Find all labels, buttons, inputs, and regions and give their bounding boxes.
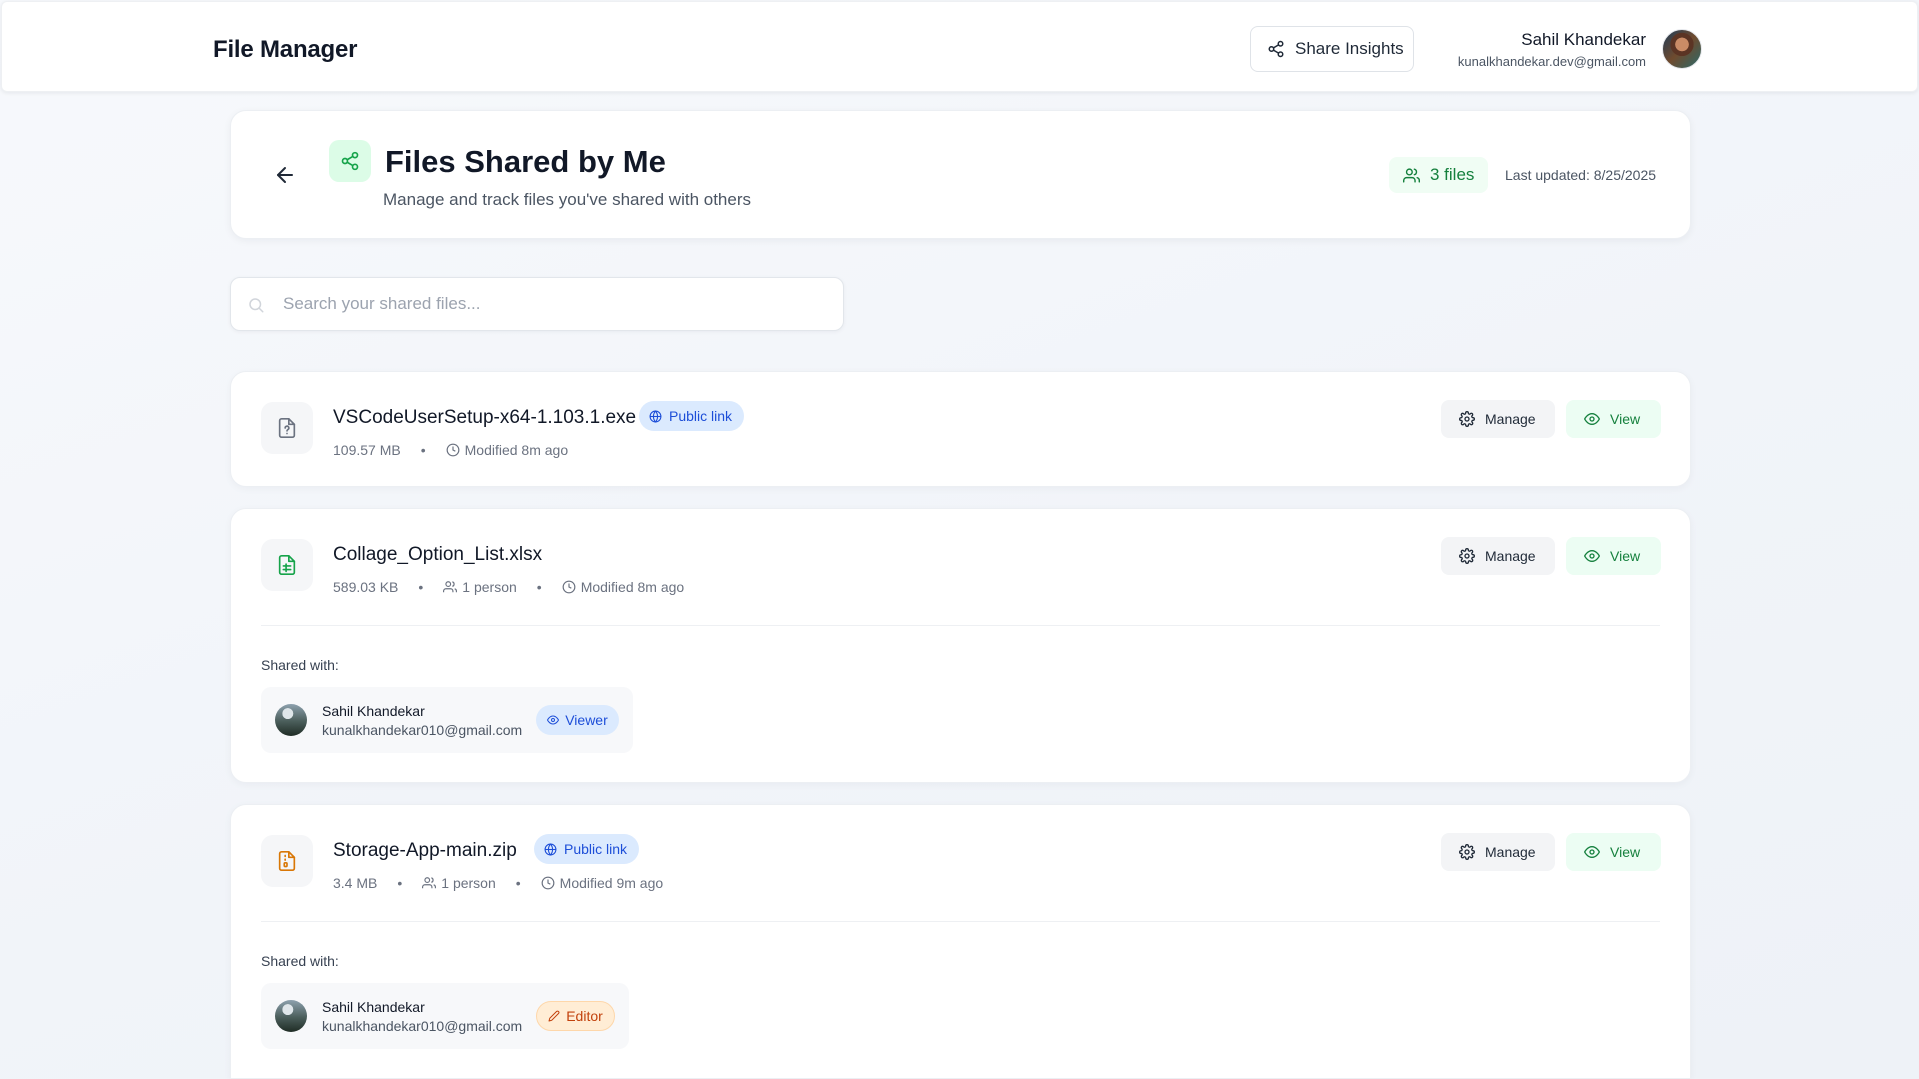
shared-with-label: Shared with: bbox=[261, 953, 339, 969]
eye-icon bbox=[547, 715, 560, 725]
file-people: 1 person bbox=[441, 875, 496, 891]
shared-user-name: Sahil Khandekar bbox=[322, 998, 425, 1015]
clock-icon bbox=[446, 443, 460, 457]
file-name[interactable]: Storage-App-main.zip bbox=[333, 840, 517, 862]
separator-dot: • bbox=[397, 875, 403, 891]
view-button[interactable]: View bbox=[1566, 833, 1661, 871]
public-link-badge: Public link bbox=[639, 401, 745, 431]
file-card: Collage_Option_List.xlsx 589.03 KB • 1 p… bbox=[230, 508, 1691, 783]
manage-button[interactable]: Manage bbox=[1441, 400, 1555, 438]
public-link-label: Public link bbox=[564, 841, 628, 857]
view-label: View bbox=[1610, 844, 1641, 860]
gear-icon bbox=[1459, 548, 1475, 564]
eye-icon bbox=[1584, 549, 1600, 563]
separator-dot: • bbox=[536, 579, 542, 595]
back-arrow-icon[interactable] bbox=[273, 163, 297, 187]
separator-dot: • bbox=[418, 579, 424, 595]
user-email: kunalkhandekar.dev@gmail.com bbox=[1457, 54, 1646, 69]
role-label: Viewer bbox=[565, 712, 608, 728]
public-link-badge: Public link bbox=[534, 834, 640, 864]
file-size: 589.03 KB bbox=[333, 579, 399, 595]
clock-icon bbox=[541, 876, 555, 890]
file-name[interactable]: Collage_Option_List.xlsx bbox=[333, 544, 542, 566]
users-icon bbox=[422, 877, 437, 889]
file-meta: 3.4 MB • 1 person • Modified 9m ago bbox=[333, 875, 663, 891]
clock-icon bbox=[562, 580, 576, 594]
eye-icon bbox=[1584, 412, 1600, 426]
avatar bbox=[275, 1000, 307, 1032]
page-subtitle: Manage and track files you've shared wit… bbox=[383, 190, 751, 209]
manage-label: Manage bbox=[1485, 844, 1536, 860]
eye-icon bbox=[1584, 845, 1600, 859]
view-button[interactable]: View bbox=[1566, 537, 1661, 575]
public-link-label: Public link bbox=[669, 408, 733, 424]
file-type-box bbox=[261, 835, 313, 887]
file-modified: Modified 8m ago bbox=[464, 442, 569, 458]
separator-dot: • bbox=[420, 442, 426, 458]
last-updated: Last updated: 8/25/2025 bbox=[1505, 167, 1657, 183]
globe-icon bbox=[649, 409, 662, 423]
archive-file-icon bbox=[278, 851, 296, 871]
file-modified: Modified 8m ago bbox=[580, 579, 685, 595]
file-type-box bbox=[261, 539, 313, 591]
shared-user-row: Sahil Khandekar kunalkhandekar010@gmail.… bbox=[261, 983, 629, 1049]
page-title: Files Shared by Me bbox=[385, 144, 666, 179]
top-navbar: File Manager Share Insights Sahil Khande… bbox=[1, 1, 1918, 92]
manage-label: Manage bbox=[1485, 548, 1536, 564]
globe-icon bbox=[544, 842, 557, 856]
shared-user-email: kunalkhandekar010@gmail.com bbox=[322, 1017, 523, 1034]
manage-button[interactable]: Manage bbox=[1441, 537, 1555, 575]
divider bbox=[261, 921, 1660, 922]
gear-icon bbox=[1459, 844, 1475, 860]
shared-with-label: Shared with: bbox=[261, 657, 339, 673]
avatar bbox=[275, 704, 307, 736]
avatar[interactable] bbox=[1662, 29, 1702, 69]
file-name[interactable]: VSCodeUserSetup-x64-1.103.1.exe bbox=[333, 407, 636, 429]
app-title: File Manager bbox=[213, 36, 358, 63]
share-icon bbox=[341, 151, 359, 171]
divider bbox=[261, 625, 1660, 626]
file-meta: 589.03 KB • 1 person • Modified 8m ago bbox=[333, 579, 684, 595]
pencil-icon bbox=[548, 1010, 560, 1022]
file-people: 1 person bbox=[462, 579, 517, 595]
search-icon bbox=[249, 298, 264, 313]
users-icon bbox=[1403, 167, 1420, 183]
view-label: View bbox=[1610, 411, 1641, 427]
users-icon bbox=[443, 581, 458, 593]
gear-icon bbox=[1459, 411, 1475, 427]
role-label: Editor bbox=[566, 1008, 603, 1024]
share-insights-button[interactable]: Share Insights bbox=[1250, 26, 1414, 72]
role-badge[interactable]: Editor bbox=[536, 1001, 615, 1031]
file-card: VSCodeUserSetup-x64-1.103.1.exe Public l… bbox=[230, 371, 1691, 487]
file-modified: Modified 9m ago bbox=[559, 875, 664, 891]
search-input[interactable] bbox=[283, 278, 823, 330]
shared-user-name: Sahil Khandekar bbox=[322, 702, 425, 719]
user-info: Sahil Khandekar kunalkhandekar.dev@gmail… bbox=[1458, 30, 1646, 69]
file-type-box bbox=[261, 402, 313, 454]
manage-label: Manage bbox=[1485, 411, 1536, 427]
shared-user-row: Sahil Khandekar kunalkhandekar010@gmail.… bbox=[261, 687, 633, 753]
view-button[interactable]: View bbox=[1566, 400, 1661, 438]
files-count-label: 3 files bbox=[1430, 165, 1475, 184]
file-card: Storage-App-main.zip Public link 3.4 MB … bbox=[230, 804, 1691, 1079]
view-label: View bbox=[1610, 548, 1641, 564]
shared-user-email: kunalkhandekar010@gmail.com bbox=[322, 721, 523, 738]
share-insights-label: Share Insights bbox=[1295, 39, 1404, 58]
file-size: 3.4 MB bbox=[333, 875, 378, 891]
files-count-badge: 3 files bbox=[1389, 157, 1489, 193]
page-header-card: Files Shared by Me Manage and track file… bbox=[230, 110, 1691, 239]
spreadsheet-file-icon bbox=[278, 555, 296, 575]
file-size: 109.57 MB bbox=[333, 442, 401, 458]
manage-button[interactable]: Manage bbox=[1441, 833, 1555, 871]
share-icon-badge bbox=[329, 140, 371, 182]
unknown-file-icon bbox=[278, 418, 296, 438]
user-name: Sahil Khandekar bbox=[1521, 30, 1646, 49]
share-icon bbox=[1268, 40, 1284, 58]
search-box bbox=[230, 277, 844, 331]
role-badge[interactable]: Viewer bbox=[536, 705, 619, 735]
separator-dot: • bbox=[515, 875, 521, 891]
file-meta: 109.57 MB • Modified 8m ago bbox=[333, 442, 568, 458]
